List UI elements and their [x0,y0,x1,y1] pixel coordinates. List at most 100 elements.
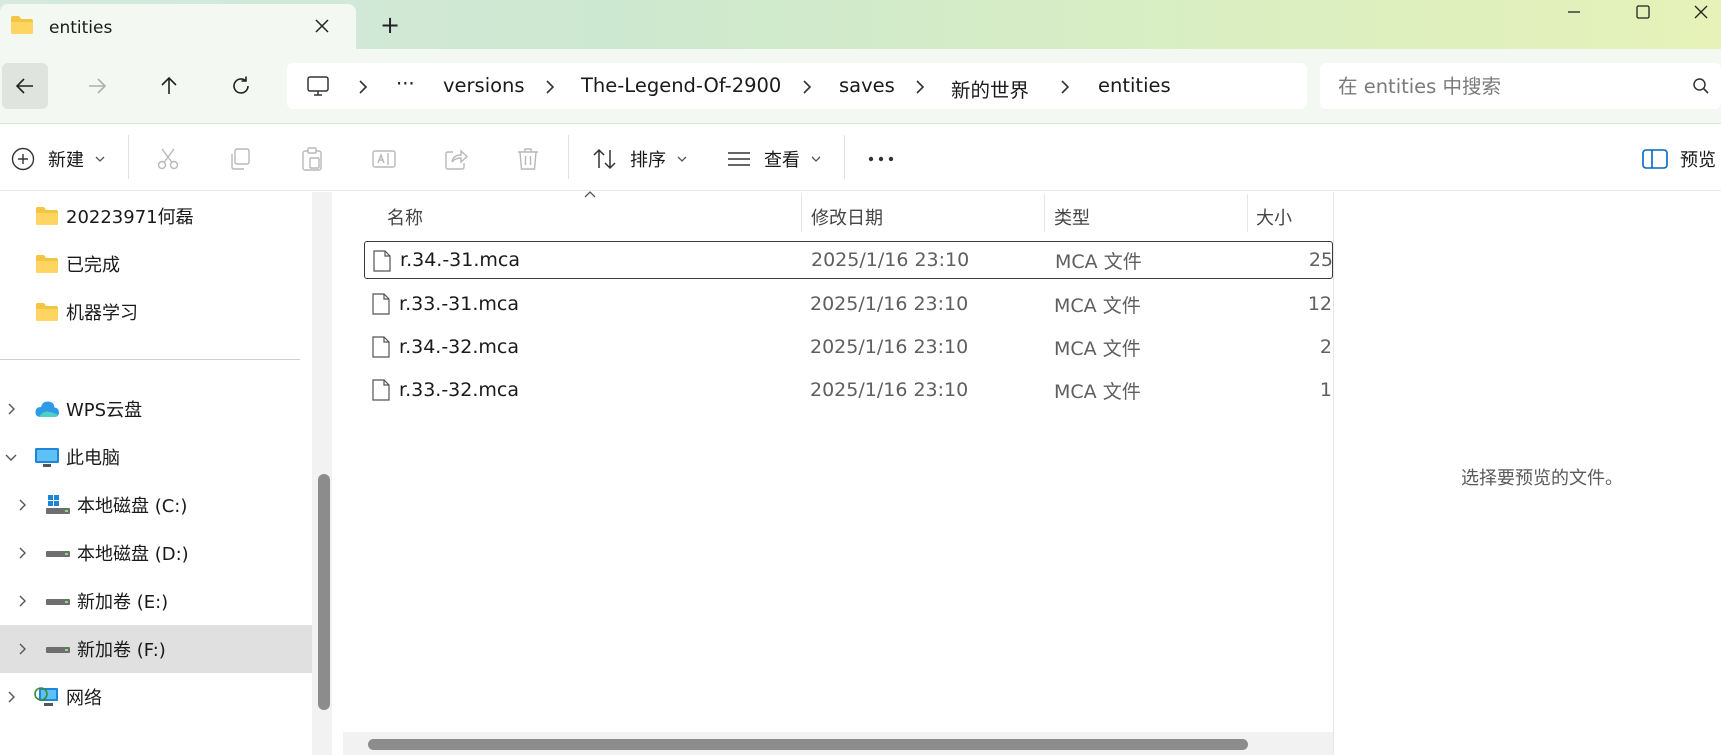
file-row[interactable]: r.33.-32.mca 2025/1/16 23:10 MCA 文件 1 [364,371,1333,409]
chevron-right-icon [801,79,813,95]
nav-item-drive-d[interactable]: 本地磁盘 (D:) [0,529,312,577]
nav-divider [0,359,300,360]
nav-item-label: 20223971何磊 [66,207,194,228]
nav-item-label: 此电脑 [66,448,120,469]
nav-item-wps-cloud[interactable]: WPS云盘 [0,385,312,433]
back-button[interactable] [2,63,48,109]
file-icon [372,293,390,315]
command-bar [0,123,1721,191]
preview-pane-icon [1640,144,1670,174]
sort-button[interactable]: 排序 [590,142,688,176]
chevron-down-icon [676,154,688,164]
search-box[interactable] [1320,63,1721,109]
column-header-size[interactable]: 大小 [1256,204,1292,230]
breadcrumb-new-world[interactable]: 新的世界 [951,74,1029,103]
copy-icon [225,144,255,174]
plus-circle-icon [8,144,38,174]
file-size: 1 [1319,379,1332,401]
nav-item-label: 已完成 [66,255,120,276]
nav-item-label: 机器学习 [66,303,138,324]
windows-drive-icon [45,494,71,516]
breadcrumb-the-legend-of-2900[interactable]: The-Legend-Of-2900 [581,74,781,97]
refresh-icon [233,76,249,94]
nav-item-drive-e[interactable]: 新加卷 (E:) [0,577,312,625]
chevron-right-icon [544,79,556,95]
file-type: MCA 文件 [1054,380,1141,403]
horizontal-scrollbar-thumb[interactable] [368,739,1248,750]
column-header-type[interactable]: 类型 [1054,204,1090,230]
nav-item-drive-f[interactable]: 新加卷 (F:) [0,625,312,673]
search-icon[interactable] [1692,77,1710,95]
nav-scrollbar-thumb[interactable] [318,474,330,710]
column-divider[interactable] [1044,194,1045,232]
refresh-button[interactable] [218,63,264,109]
drive-icon [45,638,71,660]
preview-button-label: 预览 [1680,150,1716,171]
sort-arrows-icon [590,144,620,174]
nav-item-quick-2[interactable]: 机器学习 [0,288,312,336]
close-window-button[interactable] [1681,0,1721,24]
command-separator [568,135,569,179]
nav-item-quick-0[interactable]: 20223971何磊 [0,192,312,240]
nav-item-label: 本地磁盘 (D:) [77,544,189,565]
file-name: r.33.-31.mca [399,293,519,315]
delete-button[interactable] [513,142,543,176]
share-icon [441,144,471,174]
paste-button[interactable] [297,142,327,176]
nav-item-quick-1[interactable]: 已完成 [0,240,312,288]
minimize-button[interactable] [1551,0,1597,24]
maximize-button[interactable] [1620,0,1666,24]
column-divider[interactable] [1247,194,1248,232]
chevron-right-icon[interactable] [0,686,22,708]
rename-button[interactable] [369,142,399,176]
tab-entities[interactable]: entities [0,4,356,49]
preview-message: 选择要预览的文件。 [1461,468,1623,489]
column-header-date[interactable]: 修改日期 [811,204,883,230]
chevron-right-icon[interactable] [0,398,22,420]
preview-pane-button[interactable]: 预览 [1640,142,1716,176]
nav-item-label: 新加卷 (E:) [77,592,169,613]
drive-icon [45,542,71,564]
sort-ascending-icon [583,189,597,199]
chevron-down-icon[interactable] [0,446,22,468]
breadcrumb-saves[interactable]: saves [839,74,895,97]
new-tab-button[interactable]: + [380,11,400,39]
column-divider[interactable] [801,194,802,232]
file-date: 2025/1/16 23:10 [810,379,969,401]
share-button[interactable] [441,142,471,176]
file-row[interactable]: r.33.-31.mca 2025/1/16 23:10 MCA 文件 12 [364,285,1333,323]
nav-item-network[interactable]: 网络 [0,673,312,721]
file-icon [372,336,390,358]
nav-item-this-pc[interactable]: 此电脑 [0,433,312,481]
copy-button[interactable] [225,142,255,176]
chevron-right-icon[interactable] [11,638,33,660]
forward-button[interactable] [74,63,120,109]
file-row[interactable]: r.34.-32.mca 2025/1/16 23:10 MCA 文件 2 [364,328,1333,366]
network-icon [34,686,60,708]
file-row[interactable]: r.34.-31.mca 2025/1/16 23:10 MCA 文件 25 [364,241,1333,279]
breadcrumb-versions[interactable]: versions [443,74,525,97]
file-name: r.34.-32.mca [399,336,519,358]
column-header-name[interactable]: 名称 [387,204,423,230]
search-input[interactable] [1338,73,1678,99]
chevron-right-icon[interactable] [11,590,33,612]
chevron-right-icon[interactable] [11,494,33,516]
breadcrumb-entities[interactable]: entities [1098,74,1171,97]
new-button[interactable]: 新建 [8,142,106,176]
scissors-icon [153,144,183,174]
file-name: r.34.-31.mca [400,249,520,271]
close-tab-icon[interactable] [313,17,331,35]
chevron-right-icon[interactable] [11,542,33,564]
file-icon [372,379,390,401]
more-options-button[interactable] [866,142,896,176]
more-icon [866,144,896,174]
breadcrumb-overflow[interactable]: ··· [396,72,415,95]
nav-item-drive-c[interactable]: 本地磁盘 (C:) [0,481,312,529]
folder-icon [34,253,60,275]
view-button[interactable]: 查看 [724,142,822,176]
cut-button[interactable] [153,142,183,176]
trash-icon [513,144,543,174]
file-size: 2 [1319,336,1332,358]
command-separator [128,135,129,179]
up-button[interactable] [146,63,192,109]
